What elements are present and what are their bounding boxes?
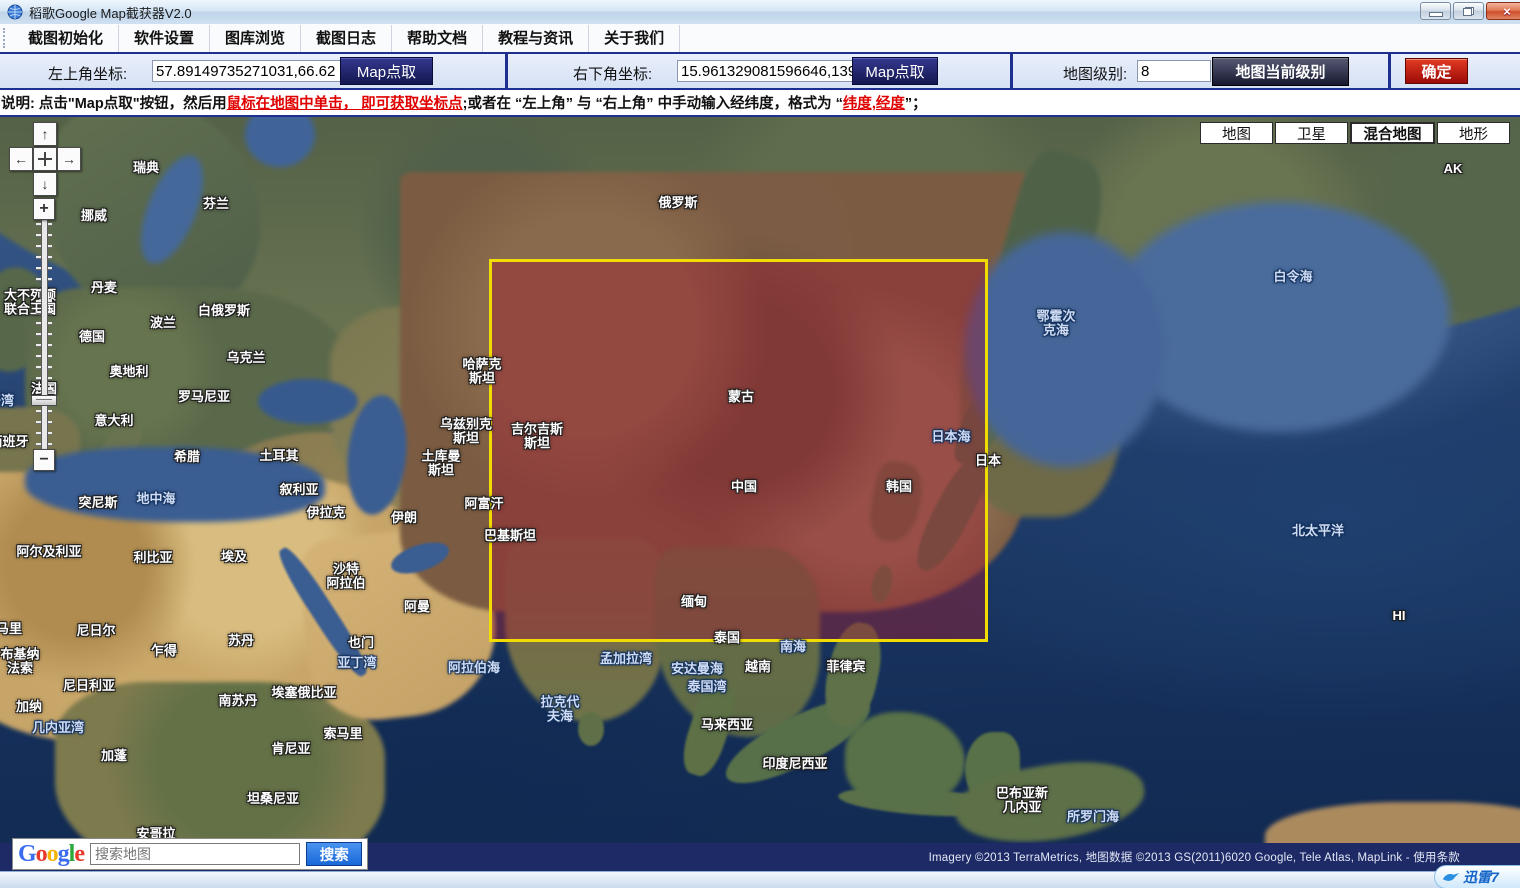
pan-right-button[interactable]: → bbox=[57, 147, 81, 171]
instruction-segment: ”； bbox=[904, 96, 927, 112]
instruction-segment: ;或者在 “左上角” 与 “右上角” 中手动输入经纬度，格式为 “ bbox=[462, 96, 843, 112]
window-controls: × bbox=[1420, 2, 1520, 20]
pan-left-button[interactable]: ← bbox=[9, 147, 33, 171]
window-title: 稻歌Google Map截获器V2.0 bbox=[29, 5, 192, 21]
minimize-icon bbox=[1428, 12, 1443, 17]
menu-item[interactable]: 截图初始化 bbox=[13, 24, 120, 52]
menu-item[interactable]: 关于我们 bbox=[589, 24, 681, 52]
instruction-segment: 鼠标在地图中单击， 即可获取坐标点 bbox=[226, 96, 463, 112]
xunlei-label: 迅雷7 bbox=[1463, 869, 1499, 885]
arrow-up-icon: ↑ bbox=[41, 126, 49, 142]
search-button[interactable]: 搜索 bbox=[306, 842, 362, 866]
sea-mediterranean bbox=[25, 447, 325, 522]
minimize-button[interactable] bbox=[1420, 2, 1451, 20]
map-type-button[interactable]: 卫星 bbox=[1275, 122, 1348, 144]
zoom-slider-handle[interactable] bbox=[31, 395, 57, 406]
move-cross-icon bbox=[38, 152, 52, 166]
arrow-down-icon: ↓ bbox=[41, 176, 49, 192]
map-type-switcher: 地图 卫星 混合地图 地形 bbox=[1198, 122, 1510, 144]
pan-center-button[interactable] bbox=[33, 147, 57, 171]
pan-up-button[interactable]: ↑ bbox=[33, 122, 57, 146]
map-label: HI bbox=[1392, 607, 1406, 623]
terrain-sri-lanka bbox=[578, 712, 604, 746]
arrow-left-icon: ← bbox=[14, 151, 28, 167]
coordinate-toolbar: 左上角坐标: Map点取 右下角坐标: Map点取 地图级别: 地图当前级别 确… bbox=[0, 52, 1520, 90]
top-left-coord-input[interactable] bbox=[152, 60, 343, 82]
instruction-segment: 纬度,经度 bbox=[842, 96, 905, 112]
menu-item[interactable]: 帮助文档 bbox=[392, 24, 484, 52]
menu-item[interactable]: 截图日志 bbox=[301, 24, 393, 52]
xunlei-widget[interactable]: 迅雷7 bbox=[1434, 865, 1520, 888]
zoom-in-button[interactable]: + bbox=[33, 198, 55, 220]
bottom-right-coord-input[interactable] bbox=[677, 60, 857, 82]
terrain-australia bbox=[1265, 802, 1520, 843]
toolbar-separator bbox=[505, 54, 508, 88]
close-icon: × bbox=[1503, 3, 1511, 19]
google-search-panel: Google 搜索 bbox=[12, 838, 368, 870]
attribution-text: Imagery ©2013 TerraMetrics, 地图数据 ©2013 G… bbox=[928, 852, 1460, 864]
menu-item[interactable]: 软件设置 bbox=[119, 24, 211, 52]
restore-button[interactable] bbox=[1453, 2, 1484, 20]
map-label: 比斯开湾 bbox=[0, 392, 15, 408]
map-type-button[interactable]: 地图 bbox=[1200, 122, 1273, 144]
map-type-button[interactable]: 混合地图 bbox=[1350, 122, 1435, 144]
top-left-coord-label: 左上角坐标: bbox=[48, 66, 128, 83]
terrain-borneo bbox=[845, 712, 965, 807]
map-pick-button-bottomright[interactable]: Map点取 bbox=[852, 57, 938, 85]
zoom-level-label: 地图级别: bbox=[1063, 66, 1128, 83]
map-search-input[interactable] bbox=[90, 843, 301, 865]
bottom-right-coord-label: 右下角坐标: bbox=[573, 66, 653, 83]
map-viewport[interactable]: 瑞典芬兰挪威俄罗斯丹麦大不列颠联合王国白俄罗斯波兰德国乌克兰奥地利罗马尼亚法国意… bbox=[0, 117, 1520, 843]
instruction-segment: 说明: 点击"Map点取"按钮，然后用 bbox=[1, 96, 227, 112]
menu-item[interactable]: 教程与资讯 bbox=[483, 24, 590, 52]
zoom-level-input[interactable] bbox=[1137, 60, 1211, 82]
close-button[interactable]: × bbox=[1486, 2, 1520, 20]
bottom-strip bbox=[0, 871, 1520, 888]
menu-item[interactable]: 图库浏览 bbox=[210, 24, 302, 52]
app-window: 稻歌Google Map截获器V2.0 × 截图初始化 软件设置 图库浏览 截图日志帮… bbox=[0, 0, 1520, 888]
pan-down-button[interactable]: ↓ bbox=[33, 172, 57, 196]
current-level-button[interactable]: 地图当前级别 bbox=[1212, 57, 1349, 86]
instruction-text: 说明: 点击"Map点取"按钮，然后用鼠标在地图中单击， 即可获取坐标点;或者在… bbox=[1, 92, 927, 113]
sea-black-sea bbox=[258, 379, 358, 424]
toolbar-separator bbox=[1388, 54, 1391, 88]
globe-app-icon bbox=[7, 4, 23, 20]
menu-bar: 截图初始化 软件设置 图库浏览 截图日志 帮助文档 教程与资讯 关于我们 bbox=[0, 24, 1520, 53]
arrow-right-icon: → bbox=[62, 151, 76, 167]
zoom-slider-rail[interactable] bbox=[41, 219, 48, 453]
restore-icon bbox=[1463, 6, 1474, 16]
sea-okhotsk bbox=[965, 232, 1165, 467]
google-logo: Google bbox=[18, 841, 85, 867]
bird-icon bbox=[1442, 872, 1460, 881]
title-bar: 稻歌Google Map截获器V2.0 × bbox=[0, 0, 1520, 25]
map-pick-button-topleft[interactable]: Map点取 bbox=[340, 57, 433, 85]
toolbar-separator bbox=[1010, 54, 1013, 88]
map-label: 北太平洋 bbox=[1291, 522, 1345, 538]
map-type-button[interactable]: 地形 bbox=[1437, 122, 1510, 144]
selection-rectangle[interactable] bbox=[489, 259, 988, 642]
zoom-out-button[interactable]: − bbox=[33, 449, 55, 471]
toolbar-grip bbox=[3, 28, 9, 48]
instruction-bar: 说明: 点击"Map点取"按钮，然后用鼠标在地图中单击， 即可获取坐标点;或者在… bbox=[0, 90, 1520, 117]
menu-items: 截图初始化 软件设置 图库浏览 截图日志 帮助文档 教程与资讯 关于我们 bbox=[13, 24, 681, 52]
confirm-button[interactable]: 确定 bbox=[1405, 58, 1468, 84]
